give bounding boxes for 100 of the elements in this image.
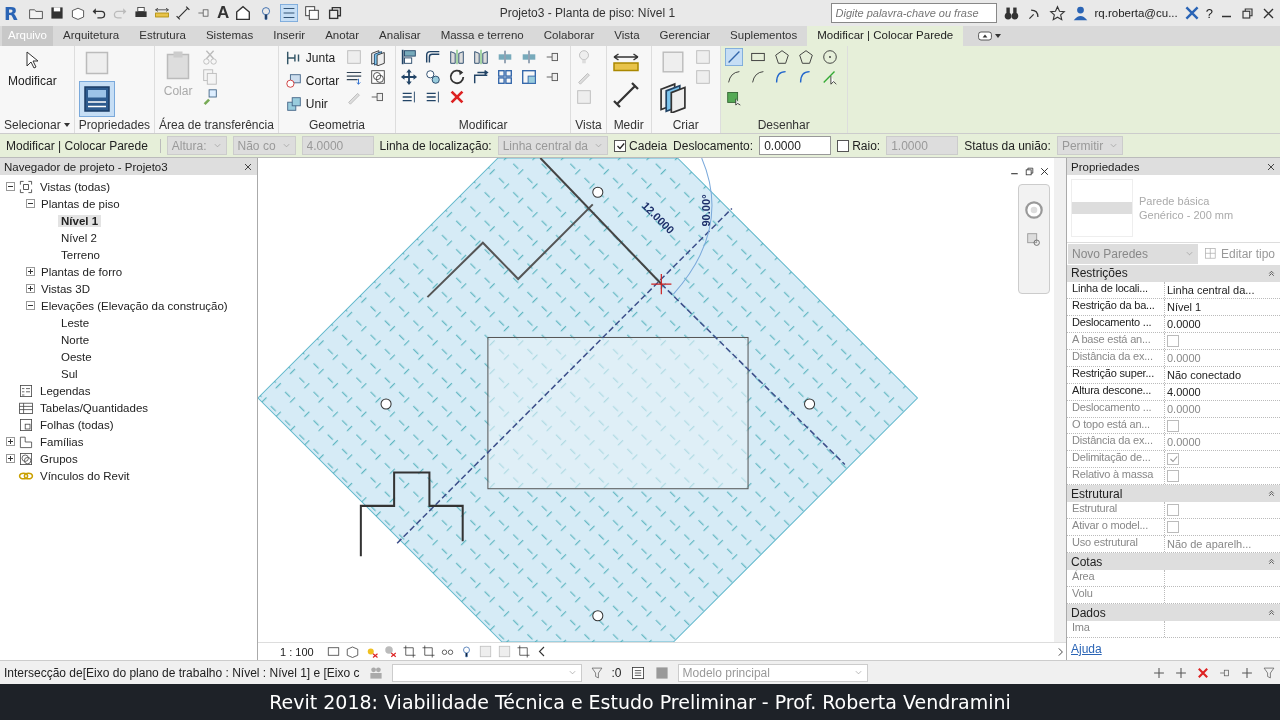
search-field[interactable]: Digite palavra-chave ou frase <box>830 3 997 23</box>
tree-item[interactable]: Sul <box>58 367 81 380</box>
expand-icon[interactable] <box>6 454 15 463</box>
dimension-icon[interactable] <box>175 5 191 21</box>
close-icon[interactable] <box>1039 166 1050 177</box>
caret-icon[interactable] <box>995 34 1002 38</box>
checkbox[interactable] <box>614 139 627 152</box>
save-icon[interactable] <box>49 5 65 21</box>
tree-item[interactable]: Norte <box>58 333 93 346</box>
ribbon-tab[interactable]: Colaborar <box>533 26 605 46</box>
close-icon[interactable] <box>1266 161 1276 172</box>
array-icon[interactable] <box>496 68 515 86</box>
tree-item[interactable]: Folhas (todas) <box>37 418 117 431</box>
tree-item[interactable]: Nível 1 <box>58 214 102 227</box>
properties-toggle[interactable] <box>78 81 115 117</box>
caret-icon[interactable] <box>63 123 70 127</box>
restore-icon[interactable] <box>1240 5 1255 21</box>
mirror-icon[interactable] <box>448 48 467 66</box>
undo-icon[interactable] <box>91 5 107 21</box>
collapse-icon[interactable] <box>26 199 35 208</box>
property-value[interactable]: Nível 1 <box>1165 298 1280 315</box>
geometry-tool[interactable]: Cortar <box>282 71 342 91</box>
property-value[interactable]: Linha central da... <box>1165 281 1280 298</box>
panel-toggle-icon[interactable] <box>977 28 994 44</box>
property-value[interactable]: 4.0000 <box>1165 383 1280 400</box>
view-scale[interactable]: 1 : 100 <box>280 645 314 658</box>
move-icon[interactable] <box>400 68 419 86</box>
user-name[interactable]: rq.roberta@cu... <box>1094 7 1178 19</box>
thin-lines-icon[interactable] <box>280 4 299 22</box>
property-value[interactable]: Não conectado <box>1165 366 1280 383</box>
tree-item[interactable]: Leste <box>58 316 93 329</box>
select-pinned-icon[interactable] <box>1196 665 1210 680</box>
select-menu[interactable]: Selecionar <box>4 118 61 132</box>
tree-item[interactable]: Plantas de piso <box>38 197 123 210</box>
scrollbar[interactable] <box>1054 158 1066 642</box>
group-header[interactable]: Cotas <box>1067 553 1280 571</box>
app-logo[interactable]: R <box>4 2 22 24</box>
tree-item[interactable]: Nível 2 <box>58 231 100 244</box>
house-icon[interactable] <box>234 4 253 22</box>
exchange-icon[interactable] <box>1183 5 1200 21</box>
ribbon-tab[interactable]: Massa e terreno <box>430 26 534 46</box>
tree-item[interactable]: Famílias <box>37 435 87 448</box>
ribbon-tab[interactable]: Anotar <box>315 26 370 46</box>
scale-icon[interactable] <box>520 68 539 86</box>
ribbon-tab[interactable]: Sistemas <box>195 26 264 46</box>
close-icon[interactable] <box>243 161 253 172</box>
tree-item[interactable]: Vínculos do Revit <box>37 469 133 482</box>
crop-view-icon[interactable] <box>401 644 417 659</box>
crop-region-icon[interactable] <box>420 644 436 659</box>
ribbon-tab[interactable]: Gerenciar <box>649 26 721 46</box>
text-tool[interactable]: A <box>217 3 230 23</box>
checkbox[interactable] <box>837 139 850 152</box>
group-header[interactable]: Estrutural <box>1067 485 1280 503</box>
property-value[interactable]: 0.0000 <box>1165 315 1280 332</box>
filter-icon[interactable] <box>1262 665 1276 680</box>
tree-item[interactable]: Legendas <box>37 384 94 397</box>
expand-icon[interactable] <box>26 267 35 276</box>
copy-icon[interactable] <box>424 68 443 86</box>
star-icon[interactable] <box>1048 4 1066 22</box>
ribbon-tab[interactable]: Suplementos <box>720 26 808 46</box>
wall-icon[interactable] <box>369 48 388 66</box>
tree-item[interactable]: Vistas (todas) <box>37 180 114 193</box>
tree-item[interactable]: Elevações (Elevação da construção) <box>38 299 231 312</box>
tree-item[interactable]: Plantas de forro <box>38 265 126 278</box>
expand-icon[interactable] <box>26 284 35 293</box>
polygon-icon[interactable] <box>772 48 791 66</box>
geometry-tool[interactable]: Unir <box>282 94 330 114</box>
align-icon[interactable] <box>400 48 419 66</box>
help-button[interactable]: ? <box>1205 5 1213 21</box>
user-icon[interactable] <box>1071 4 1089 22</box>
restore-icon[interactable] <box>1024 166 1035 177</box>
ribbon-tab[interactable]: Modificar | Colocar Parede <box>807 26 964 46</box>
ribbon-tab[interactable]: Analisar <box>369 26 431 46</box>
tree-item[interactable]: Vistas 3D <box>38 282 93 295</box>
zoom-icon[interactable] <box>1025 231 1043 249</box>
ribbon-tab[interactable]: Estrutura <box>129 26 196 46</box>
rotate-icon[interactable] <box>448 68 467 86</box>
circle-icon[interactable] <box>820 48 839 66</box>
collapse-icon[interactable] <box>26 301 35 310</box>
tree-item[interactable]: Oeste <box>58 350 95 363</box>
help-link[interactable]: Ajuda <box>1067 638 1280 661</box>
tree-item[interactable]: Grupos <box>37 452 81 465</box>
group-header[interactable]: Dados <box>1067 604 1280 622</box>
input-field[interactable]: 0.0000 <box>759 136 832 155</box>
dimension-icon[interactable] <box>610 80 641 110</box>
tree-item[interactable]: Terreno <box>58 248 103 261</box>
line-icon[interactable] <box>724 48 743 66</box>
ribbon-tab[interactable]: Vista <box>604 26 650 46</box>
modify-button[interactable]: Modificar <box>4 48 61 90</box>
ribbon-tab[interactable]: Inserir <box>263 26 316 46</box>
checkbox-label[interactable]: Cadeia <box>629 138 668 153</box>
group-header[interactable]: Restrições <box>1067 264 1280 282</box>
geometry-tool[interactable]: Junta <box>282 48 338 68</box>
checkbox-label[interactable]: Raio: <box>852 138 881 153</box>
measure-icon[interactable] <box>154 5 170 21</box>
close-windows-icon[interactable] <box>303 4 322 22</box>
tree-item[interactable]: Tabelas/Quantidades <box>37 401 152 414</box>
expand-icon[interactable] <box>6 437 15 446</box>
ribbon-tab[interactable]: Arquitetura <box>53 26 130 46</box>
collapse-icon[interactable] <box>6 182 15 191</box>
